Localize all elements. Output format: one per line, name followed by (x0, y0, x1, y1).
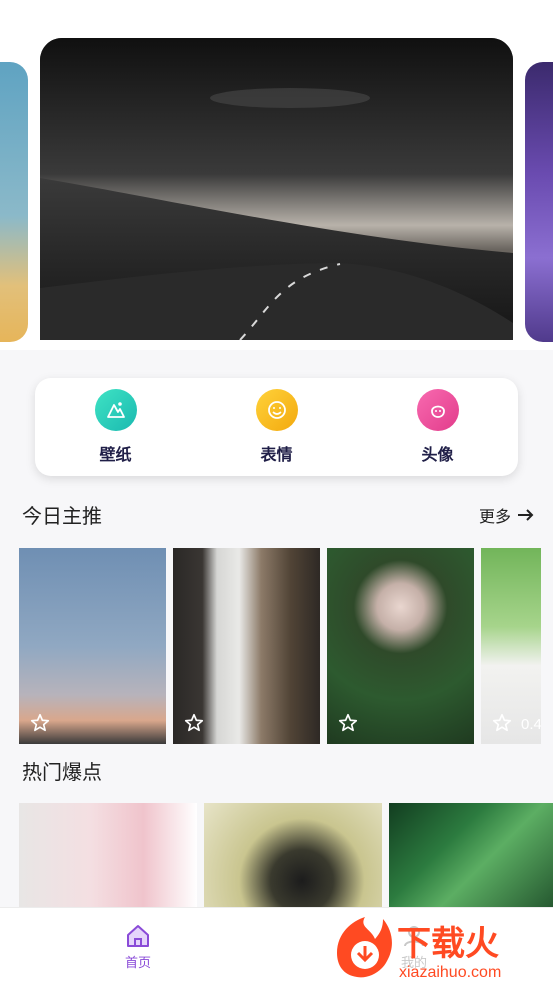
favorite-count: 0.4 (521, 716, 541, 733)
status-bar: 10:29 (0, 0, 553, 30)
today-section-header: 今日主推 更多 (22, 500, 535, 529)
category-wallpaper[interactable]: 壁纸 (56, 389, 176, 465)
category-label: 表情 (260, 445, 293, 464)
today-tiles: 0.4 (19, 548, 541, 744)
category-avatar[interactable]: 头像 (378, 389, 498, 465)
section-title: 今日主推 (22, 504, 102, 528)
hot-tiles (19, 803, 553, 907)
section-title: 热门爆点 (22, 760, 102, 784)
watermark-logo: 下载火 xiazaihuo.com (327, 913, 553, 983)
category-label: 头像 (421, 445, 454, 464)
tile-cat[interactable]: 0.4 (481, 548, 541, 744)
tile-sky[interactable] (19, 548, 166, 744)
hot-section-header: 热门爆点 (22, 756, 535, 785)
avatar-face-icon (416, 389, 459, 431)
star-icon[interactable] (337, 712, 359, 734)
home-icon (127, 925, 149, 947)
more-label: 更多 (478, 506, 511, 526)
star-icon[interactable] (491, 712, 513, 734)
mountain-picture-icon (94, 389, 137, 431)
watermark-brand: 下载火 (397, 924, 499, 964)
signal-icon (467, 9, 480, 21)
star-icon[interactable] (29, 712, 51, 734)
hot-tile-green[interactable] (389, 803, 553, 907)
battery-icon (487, 7, 498, 23)
more-link[interactable]: 更多 (479, 503, 535, 527)
category-label: 壁纸 (99, 445, 132, 464)
wifi-icon (441, 8, 460, 22)
category-emoji[interactable]: 表情 (217, 389, 337, 465)
banner-prev-slide[interactable] (0, 62, 28, 342)
hot-tile-fashion[interactable] (19, 803, 197, 907)
banner-next-slide[interactable] (525, 62, 553, 342)
arrow-right-icon (518, 508, 534, 521)
tile-city[interactable] (173, 548, 320, 744)
category-card: 壁纸 表情 头像 (35, 378, 518, 476)
banner-carousel[interactable] (0, 0, 553, 350)
hot-tile-cartoon[interactable] (204, 803, 382, 907)
nav-home[interactable]: 首页 (98, 922, 178, 971)
star-icon[interactable] (183, 712, 205, 734)
banner-current-slide[interactable] (40, 38, 513, 340)
watermark-url: xiazaihuo.com (399, 964, 501, 981)
tile-girl-flowers[interactable] (327, 548, 474, 744)
status-time: 10:29 (505, 6, 543, 24)
smiley-face-icon (255, 389, 298, 431)
nav-home-label: 首页 (124, 956, 151, 971)
